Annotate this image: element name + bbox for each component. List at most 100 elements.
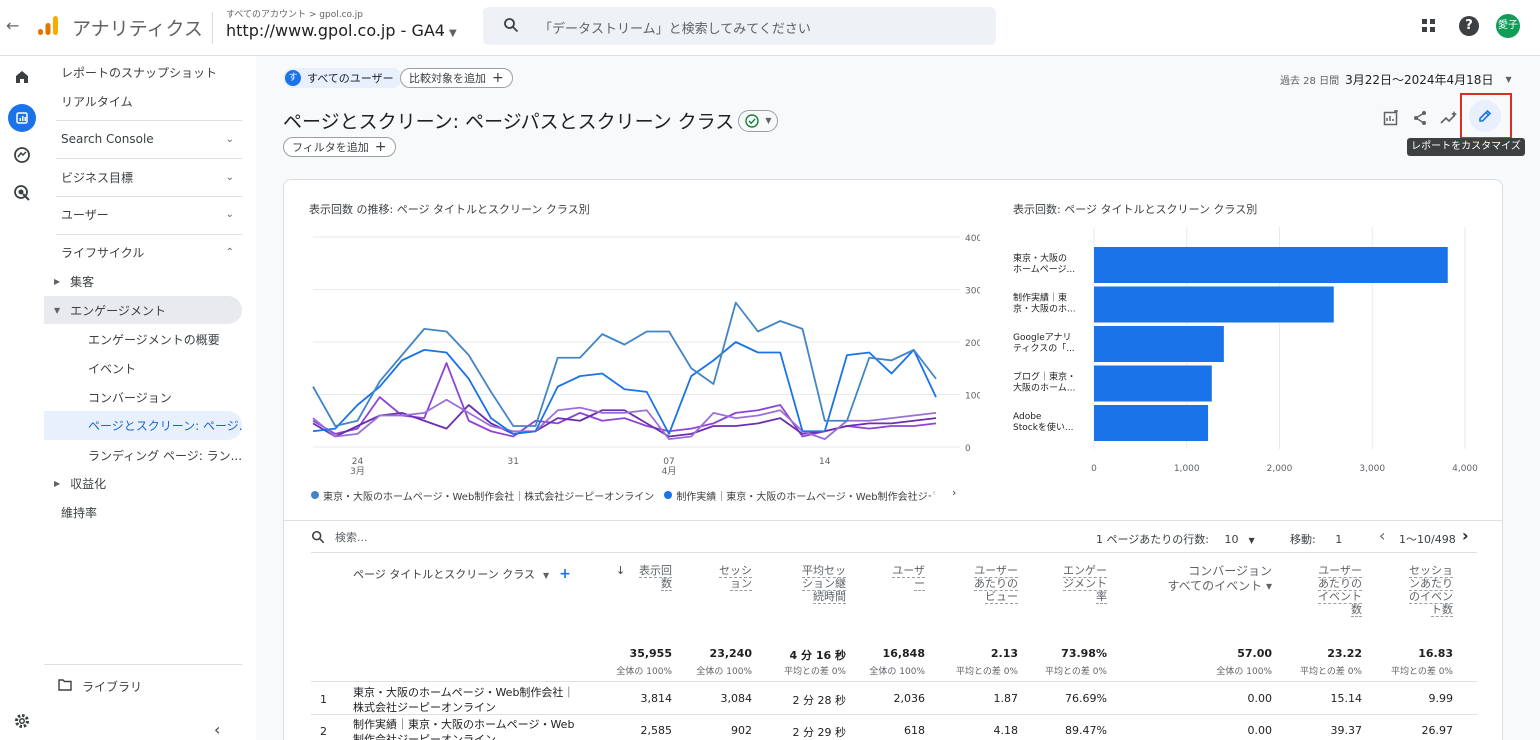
sidebar-item-lifecycle[interactable]: ライフサイクル ⌃ [61, 237, 242, 267]
account-breadcrumb[interactable]: すべてのアカウント > gpol.co.jp [226, 7, 363, 20]
series-line[interactable] [312, 398, 937, 441]
sidebar-item-landing-page[interactable]: ランディング ページ: ラン... [88, 440, 242, 470]
property-selector[interactable]: http://www.gpol.co.jp - GA4 ▼ [226, 21, 457, 40]
bar[interactable] [1094, 405, 1209, 441]
sidebar-item-retention[interactable]: 維持率 [61, 497, 259, 527]
table-search[interactable]: 検索... [311, 529, 368, 545]
column-header[interactable]: ユーザー あたりの ビュー [948, 564, 1018, 604]
bar[interactable] [1094, 286, 1334, 323]
column-total-sub: 平均との差 0% [955, 667, 1018, 677]
column-header[interactable]: セッシ ョン [692, 564, 752, 591]
goto-input[interactable]: 1 [1335, 533, 1342, 546]
segment-badge: す [285, 70, 301, 86]
sidebar-item-pages-screens[interactable]: ページとスクリーン: ページ... [88, 410, 242, 440]
column-header[interactable]: コンバージョン すべてのイベント ▾ [1132, 564, 1272, 594]
x-tick-label: 14 [819, 457, 831, 467]
caret-right-icon: ▶ [54, 478, 61, 488]
rows-per-page-value: 10 [1224, 533, 1239, 546]
explore-icon[interactable] [13, 146, 31, 167]
back-arrow-icon[interactable]: ← [6, 16, 19, 35]
column-header-line: ビュー [985, 590, 1018, 604]
sidebar-item-engagement[interactable]: ▼ エンゲージメント [54, 295, 252, 325]
share-icon[interactable] [1408, 106, 1432, 130]
column-header[interactable]: 表示回数 [612, 564, 672, 591]
divider [56, 234, 242, 235]
add-filter-button[interactable]: フィルタを追加 + [283, 137, 396, 157]
column-header-line: ション継 [802, 577, 846, 591]
bar-chart[interactable]: 0 1,000 2,000 3,000 4,000 東京・大阪のホームページ... 制作実績… [1005, 225, 1495, 480]
add-comparison-button[interactable]: 比較対象を追加 + [400, 68, 513, 88]
segment-chip[interactable]: す すべてのユーザー [283, 68, 402, 88]
help-icon[interactable]: ? [1459, 16, 1479, 36]
caret-down-icon: ▼ [1248, 536, 1255, 545]
legend-prev-icon[interactable]: ‹ [932, 486, 936, 499]
column-header[interactable]: ユーザー [865, 564, 925, 591]
column-header[interactable]: エンゲー ジメント率 [1037, 564, 1107, 604]
row-name-line[interactable]: 制作実績｜東京・大阪のホームページ・Web [353, 716, 574, 732]
column-header[interactable]: ユーザー あたりの イベント数 [1292, 564, 1362, 617]
column-header-line: セッシ [719, 564, 752, 578]
bar[interactable] [1094, 365, 1212, 402]
compare-icon[interactable] [1379, 106, 1403, 130]
legend-item-1[interactable]: 東京・大阪のホームページ・Web制作会社｜株式会社ジーピーオンライン [323, 488, 654, 503]
apps-grid-icon[interactable] [1422, 19, 1436, 33]
report-status-chip[interactable]: ▼ [738, 109, 779, 132]
rows-per-page-select[interactable]: 10 ▼ [1224, 533, 1254, 546]
sidebar-item-user[interactable]: ユーザー ⌄ [61, 199, 242, 229]
rows-per-page: 1 ページあたりの行数: 10 ▼ [1096, 531, 1255, 547]
row-name-line[interactable]: 東京・大阪のホームページ・Web制作会社｜ [353, 684, 574, 700]
column-total: 57.00 [1237, 647, 1272, 660]
row-name-line[interactable]: 制作会社ジーピーオンライン [353, 731, 496, 740]
sidebar-item-search-console[interactable]: Search Console ⌄ [61, 124, 242, 154]
top-bar: ← アナリティクス すべてのアカウント > gpol.co.jp http://… [0, 0, 1540, 56]
settings-icon[interactable] [13, 712, 31, 733]
sidebar-item-snapshot[interactable]: レポートのスナップショット [61, 57, 259, 87]
collapse-sidebar-icon[interactable]: ‹ [214, 720, 220, 739]
column-header-line: 数 [661, 577, 672, 591]
sidebar-library[interactable]: ライブラリ [58, 671, 256, 701]
bar[interactable] [1094, 326, 1224, 362]
chevron-down-icon: ⌄ [225, 208, 234, 220]
check-circle-icon [745, 113, 760, 128]
column-header[interactable]: 平均セッ ション継 続時間 [776, 564, 846, 604]
add-dimension-icon[interactable]: + [559, 566, 571, 582]
dimension-header[interactable]: ページ タイトルとスクリーン クラス ▼ + [353, 566, 571, 582]
legend-next-icon[interactable]: › [952, 486, 956, 499]
bar[interactable] [1094, 247, 1448, 283]
legend-item-2[interactable]: 制作実績｜東京・大阪のホームページ・Web制作会社ジー [676, 488, 931, 503]
reports-icon[interactable] [8, 104, 36, 132]
date-range-selector[interactable]: 過去 28 日間 3月22日～2024年4月18日 ▼ [1280, 71, 1512, 88]
sidebar-item-monetization[interactable]: ▶ 収益化 [54, 468, 252, 498]
search-bar[interactable]: 「データストリーム」と検索してみてください [483, 7, 996, 45]
sidebar-item-label: コンバージョン [88, 390, 172, 405]
sidebar-item-acquisition[interactable]: ▶ 集客 [54, 266, 252, 296]
column-header[interactable]: セッショ ンあたり のイベン ト数 [1383, 564, 1453, 617]
advertising-icon[interactable] [13, 184, 31, 205]
row-name-line[interactable]: 株式会社ジーピーオンライン [353, 699, 496, 715]
sidebar-item-realtime[interactable]: リアルタイム [61, 86, 259, 116]
column-total: 23,240 [709, 647, 752, 660]
home-icon[interactable] [13, 68, 31, 89]
divider [212, 12, 213, 44]
pencil-icon [1479, 109, 1492, 122]
y-tick-label: 300 [965, 287, 980, 297]
series-line[interactable] [312, 301, 937, 427]
table-cell: 15.14 [1330, 692, 1363, 705]
customize-report-button[interactable] [1469, 100, 1501, 132]
sidebar-item-label: ランディング ページ: ラン... [88, 448, 242, 463]
y-tick-label: 0 [965, 444, 971, 454]
insights-icon[interactable] [1437, 106, 1461, 130]
x-tick-label: 3,000 [1359, 464, 1385, 474]
prev-page-icon[interactable]: ‹ [1379, 526, 1385, 545]
line-chart[interactable]: 0 100 200 300 400 243月 31 074月 14 [300, 225, 980, 485]
table-cell: 902 [731, 724, 752, 737]
column-header-line: エンゲー [1063, 564, 1107, 578]
table-cell: 2,585 [640, 724, 673, 737]
table-cell: 0.00 [1247, 692, 1273, 705]
next-page-icon[interactable]: › [1462, 526, 1469, 545]
x-tick-label: 2,000 [1267, 464, 1293, 474]
avatar[interactable]: 愛子 [1496, 14, 1520, 38]
column-total-sub: 全体の 100% [616, 667, 672, 677]
sidebar-item-business-objectives[interactable]: ビジネス目標 ⌄ [61, 162, 242, 192]
folder-icon [58, 678, 72, 694]
